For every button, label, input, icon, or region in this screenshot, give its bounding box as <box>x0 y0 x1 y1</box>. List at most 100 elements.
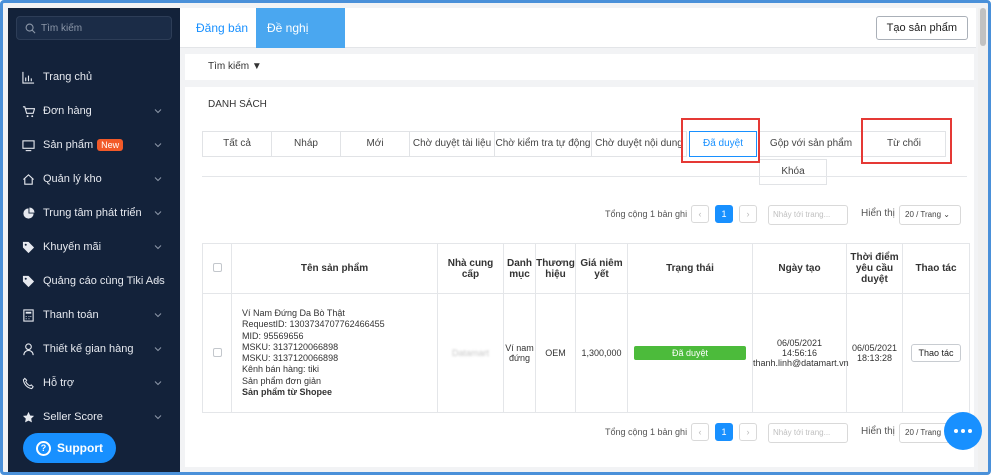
row-select-cell[interactable] <box>202 293 232 413</box>
product-name: Ví Nam Đứng Da Bò Thật <box>242 307 345 318</box>
jump-page-input[interactable]: Nhảy tới trang... <box>768 205 848 225</box>
select-all-checkbox[interactable] <box>212 262 222 272</box>
chevron-down-icon <box>154 313 162 318</box>
home-icon <box>23 173 34 185</box>
sidebar-item-label: Thiết kế gian hàng <box>43 343 134 355</box>
tag-icon <box>22 275 35 287</box>
support-label: Support <box>57 441 103 455</box>
list-panel: DANH SÁCH Tất cả Nháp Mới Chờ duyệt tài … <box>185 87 974 467</box>
tab-listing[interactable]: Đăng bán <box>185 8 259 48</box>
tab-locked[interactable]: Khóa <box>759 159 827 185</box>
current-page[interactable]: 1 <box>715 423 733 441</box>
next-page-button[interactable]: › <box>739 205 757 223</box>
sidebar: Tìm kiếm Trang chủ Đơn hàng Sản phẩm New… <box>8 8 180 472</box>
sidebar-item-label: Hỗ trợ <box>43 377 75 389</box>
sidebar-item-support[interactable]: Hỗ trợ <box>8 366 180 400</box>
section-title: DANH SÁCH <box>208 99 267 110</box>
sidebar-item-store-design[interactable]: Thiết kế gian hàng <box>8 332 180 366</box>
header-created-date: Ngày tạo <box>752 242 847 295</box>
total-records: Tổng cộng 1 bản ghi <box>605 427 688 437</box>
scrollbar[interactable] <box>978 8 988 472</box>
highlight-approved <box>681 118 760 163</box>
current-page[interactable]: 1 <box>715 205 733 223</box>
sidebar-item-tiki-ads[interactable]: Quảng cáo cùng Tiki Ads <box>8 264 180 298</box>
chat-button[interactable] <box>944 412 982 450</box>
status-cell: Đã duyệt <box>627 293 753 413</box>
request-id: RequestID: 1303734707762466455 <box>242 319 385 330</box>
chevron-down-icon <box>154 177 162 182</box>
search-placeholder: Tìm kiếm <box>41 22 83 34</box>
sidebar-item-seller-score[interactable]: Seller Score <box>8 400 180 434</box>
action-button[interactable]: Thao tác <box>911 344 961 363</box>
sidebar-item-promotions[interactable]: Khuyến mãi <box>8 230 180 264</box>
sidebar-item-orders[interactable]: Đơn hàng <box>8 94 180 128</box>
sidebar-item-label: Thanh toán <box>43 309 99 321</box>
product-info-cell: Ví Nam Đứng Da Bò Thật RequestID: 130373… <box>231 293 438 413</box>
msku: MSKU: 3137120066898 <box>242 353 339 364</box>
sidebar-item-products[interactable]: Sản phẩm New <box>8 128 180 162</box>
product-type: Sản phẩm đơn giản <box>242 375 321 386</box>
total-records: Tổng cộng 1 bản ghi <box>605 209 688 219</box>
row-checkbox[interactable] <box>212 347 222 357</box>
search-icon <box>25 23 36 33</box>
prev-page-button[interactable]: ‹ <box>691 205 709 223</box>
mid: MID: 95569656 <box>242 330 304 341</box>
header-category: Danh mục <box>503 242 536 295</box>
question-icon: ? <box>36 440 51 456</box>
sidebar-item-label: Trang chủ <box>43 71 93 83</box>
chevron-down-icon <box>154 143 162 148</box>
sidebar-item-label: Sản phẩm <box>43 139 94 151</box>
dot-icon <box>968 429 972 433</box>
header-brand: Thương hiệu <box>535 242 576 295</box>
dot-icon <box>954 429 958 433</box>
tag-icon <box>22 241 35 253</box>
msku: MSKU: 3137120066898 <box>242 341 339 352</box>
tab-pending-documents[interactable]: Chờ duyệt tài liệu <box>409 131 495 157</box>
chevron-down-icon <box>154 415 162 420</box>
brand-cell: OEM <box>535 293 576 413</box>
tab-pending-auto-check[interactable]: Chờ kiểm tra tự động <box>494 131 592 157</box>
main-content: Đăng bán Đề nghị duyệt Tạo sản phẩm Tìm … <box>180 8 976 472</box>
create-product-button[interactable]: Tạo sản phẩm <box>875 16 968 40</box>
created-by: thanh.linh@datamart.vn <box>753 358 849 369</box>
tab-new[interactable]: Mới <box>340 131 410 157</box>
select-all-cell[interactable] <box>202 242 232 295</box>
sidebar-item-home[interactable]: Trang chủ <box>8 60 180 94</box>
prev-page-button[interactable]: ‹ <box>691 423 709 441</box>
request-time: 18:13:28 <box>856 353 893 364</box>
price-value: 1,300,000 <box>581 348 622 359</box>
created-date: 06/05/2021 <box>776 338 823 349</box>
scrollbar-thumb[interactable] <box>980 8 986 46</box>
tab-draft[interactable]: Nháp <box>271 131 341 157</box>
next-page-button[interactable]: › <box>739 423 757 441</box>
sidebar-menu: Trang chủ Đơn hàng Sản phẩm New Quản lý … <box>8 60 180 434</box>
dot-icon <box>961 429 965 433</box>
tab-approval-request[interactable]: Đề nghị duyệt <box>256 8 345 75</box>
sidebar-item-label: Trung tâm phát triển <box>43 207 142 219</box>
header-actions: Thao tác <box>902 242 970 295</box>
pagination-bottom: Tổng cộng 1 bản ghi ‹ 1 › Nhảy tới trang… <box>185 423 974 443</box>
person-icon <box>23 342 34 355</box>
header-price: Giá niêm yết <box>575 242 628 295</box>
search-filter-bar[interactable]: Tìm kiếm ▼ <box>185 54 974 80</box>
sidebar-item-warehouse[interactable]: Quản lý kho <box>8 162 180 196</box>
tab-merged[interactable]: Gộp với sản phẩm khác <box>759 131 863 173</box>
support-button[interactable]: ? Support <box>23 433 116 463</box>
tab-all[interactable]: Tất cả <box>202 131 272 157</box>
phone-icon <box>22 377 34 389</box>
sidebar-item-growth-center[interactable]: Trung tâm phát triển <box>8 196 180 230</box>
product-source: Sản phẩm từ Shopee <box>242 387 333 398</box>
jump-page-input[interactable]: Nhảy tới trang... <box>768 423 848 443</box>
created-cell: 06/05/2021 14:56:16 thanh.linh@datamart.… <box>752 293 849 413</box>
tab-pending-content[interactable]: Chờ duyệt nội dung <box>591 131 687 157</box>
page-size-select[interactable]: 20 / Trang ⌄ <box>899 205 961 225</box>
sidebar-search[interactable]: Tìm kiếm <box>16 16 172 40</box>
chevron-down-icon <box>154 109 162 114</box>
supplier-cell: Datamart <box>437 293 504 413</box>
product-table: Tên sản phẩm Nhà cung cấp Danh mục Thươn… <box>202 242 970 413</box>
table-header-row: Tên sản phẩm Nhà cung cấp Danh mục Thươn… <box>202 242 970 295</box>
header-status: Trạng thái <box>627 242 753 295</box>
sidebar-item-payments[interactable]: Thanh toán <box>8 298 180 332</box>
price-cell: 1,300,000 <box>575 293 628 413</box>
action-cell: Thao tác <box>902 293 970 413</box>
